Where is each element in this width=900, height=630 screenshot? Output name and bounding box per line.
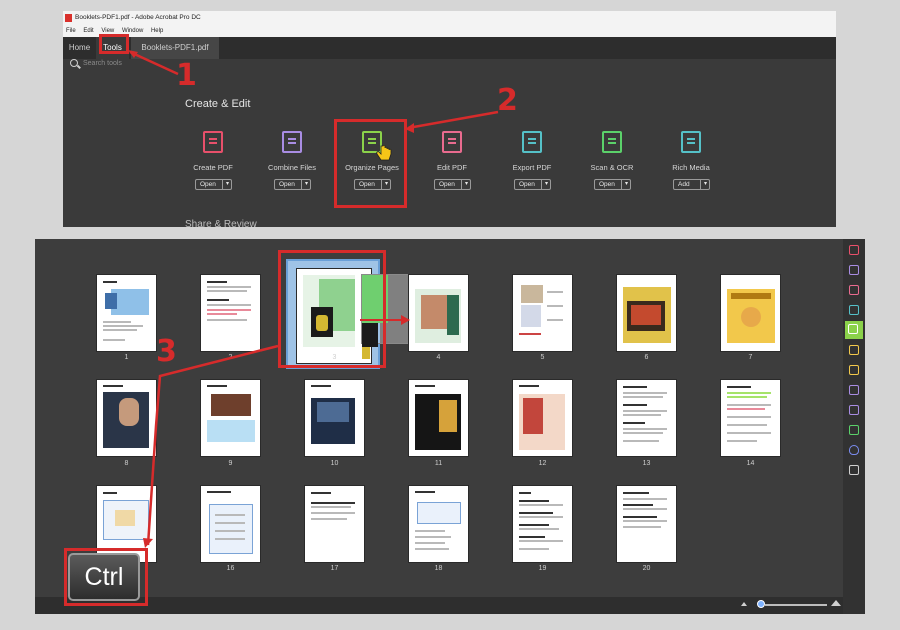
arrow-head-3 [143, 538, 153, 548]
step-1-label: 1 [176, 58, 197, 93]
arrow-page3-to-ctrl [146, 344, 279, 546]
annotation-arrows [128, 50, 499, 548]
step-2-label: 2 [497, 83, 518, 118]
arrow-to-organize-pages [407, 110, 499, 130]
ctrl-key: Ctrl [68, 553, 140, 601]
arrow-head-2 [405, 123, 414, 133]
step-3-label: 3 [156, 334, 177, 369]
drag-arrow-head [401, 315, 410, 325]
arrow-to-tools-tab [129, 50, 179, 76]
arrow-head-1 [128, 50, 138, 58]
